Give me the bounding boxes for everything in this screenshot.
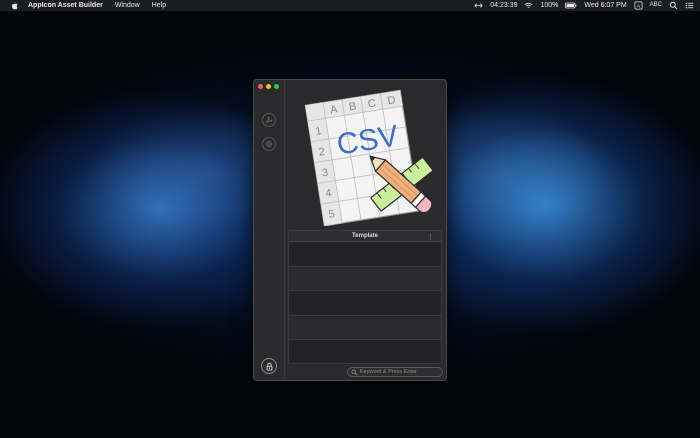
pdf-icon — [266, 116, 273, 123]
sidebar — [254, 80, 285, 380]
table-row[interactable] — [289, 242, 441, 267]
battery-icon[interactable] — [565, 1, 577, 10]
spotlight-icon[interactable] — [669, 1, 678, 10]
menu-help[interactable]: Help — [152, 0, 166, 11]
svg-text:A: A — [637, 3, 641, 9]
gear-icon — [266, 141, 272, 147]
csv-editor-app-icon: A B C D 1 2 3 4 5 CSV — [304, 89, 434, 226]
table-row[interactable] — [289, 266, 441, 291]
apple-icon[interactable] — [10, 1, 19, 10]
main-panel: A B C D 1 2 3 4 5 CSV Template Keyword &… — [286, 80, 446, 380]
table-row[interactable] — [289, 315, 441, 340]
menu-app-name[interactable]: AppIcon Asset Builder — [28, 0, 103, 11]
lock-button[interactable] — [261, 358, 277, 374]
menu-datetime[interactable]: Wed 6:07 PM — [584, 0, 626, 11]
template-header-label: Template — [352, 233, 378, 239]
template-column-header[interactable]: Template — [289, 231, 441, 242]
search-field[interactable] — [347, 367, 443, 377]
pdf-button[interactable] — [262, 113, 276, 127]
notification-center-icon[interactable] — [685, 1, 694, 10]
search-icon — [351, 369, 358, 376]
search-input[interactable] — [360, 369, 442, 375]
network-icon[interactable] — [474, 1, 483, 10]
app-window: A B C D 1 2 3 4 5 CSV Template Keyword &… — [253, 79, 447, 381]
window-maximize-button[interactable] — [274, 84, 279, 89]
menu-bar: AppIcon Asset Builder Window Help 04:23:… — [0, 0, 700, 11]
window-close-button[interactable] — [258, 84, 263, 89]
menu-window[interactable]: Window — [115, 0, 140, 11]
battery-percent[interactable]: 100% — [540, 0, 558, 11]
clock-timer[interactable]: 04:23:39 — [490, 0, 517, 11]
lock-icon — [266, 362, 272, 371]
input-source[interactable]: ABC — [650, 0, 662, 11]
table-row[interactable] — [289, 340, 441, 365]
table-row[interactable] — [289, 291, 441, 316]
wifi-icon[interactable] — [524, 1, 533, 10]
window-minimize-button[interactable] — [266, 84, 271, 89]
settings-button[interactable] — [262, 137, 276, 151]
column-divider — [430, 233, 431, 240]
icon-drop-zone[interactable]: A B C D 1 2 3 4 5 CSV — [286, 80, 446, 226]
user-icon[interactable]: A — [634, 1, 643, 10]
template-table[interactable]: Template — [288, 230, 442, 364]
